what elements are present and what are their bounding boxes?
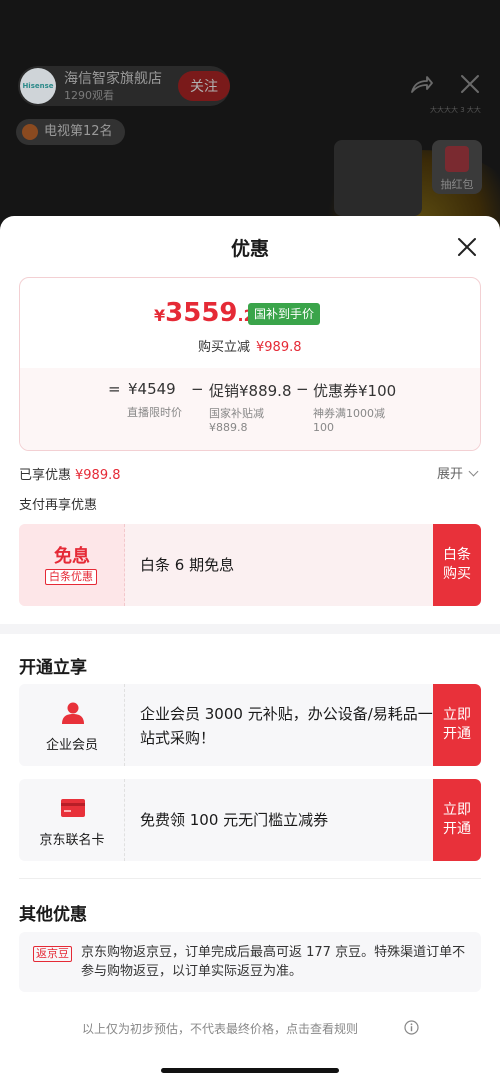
store-name: 海信智家旗舰店 xyxy=(64,71,162,87)
interest-free-offer[interactable]: 免息 白条优惠 白条 6 期免息 白条 购买 xyxy=(19,524,481,606)
section-title-other: 其他优惠 xyxy=(19,905,87,925)
red-packet-widget[interactable]: 抽红包 xyxy=(432,140,482,194)
stream-tiny-text: 大大大大 3 大大 xyxy=(430,106,481,114)
purchase-reduction: 购买立减 ¥989.8 xyxy=(198,336,302,355)
offer-left-panel: 企业会员 xyxy=(19,684,125,766)
currency-symbol: ¥ xyxy=(154,306,166,325)
price-breakdown-card: ¥3559.2 国补到手价 购买立减 ¥989.8 = ¥4549 直播限时价 −… xyxy=(19,277,481,451)
info-icon[interactable] xyxy=(404,1020,419,1035)
enterprise-member-offer[interactable]: 企业会员 企业会员 3000 元补贴，办公设备/易耗品一站式采购！ 立即 开通 xyxy=(19,684,481,766)
rank-badge-label: 电视第12名 xyxy=(44,124,113,139)
calc-promo-label: 国家补贴减 xyxy=(209,407,264,420)
jd-bean-offer: 返京豆 京东购物返京豆，订单完成后最高可返 177 京豆。特殊渠道订单不参与购物… xyxy=(19,932,481,992)
follow-button[interactable]: 关注 xyxy=(178,71,230,101)
rank-icon xyxy=(22,124,38,140)
activate-now-button[interactable]: 立即 开通 xyxy=(433,779,481,861)
rank-badge[interactable]: 电视第12名 xyxy=(16,119,125,145)
person-icon xyxy=(62,702,84,724)
reduction-value: ¥989.8 xyxy=(256,340,302,355)
jd-card-label: 京东联名卡 xyxy=(39,833,105,848)
enterprise-member-label: 企业会员 xyxy=(45,738,98,753)
calc-minus: − xyxy=(296,380,309,398)
live-stream-background: Hisense 海信智家旗舰店 1290观看 关注 大大大大 3 大大 电视第1… xyxy=(0,0,500,240)
offers-sheet: 优惠 ¥3559.2 国补到手价 购买立减 ¥989.8 = ¥4549 直播限时… xyxy=(0,216,500,1083)
calc-coupon-amount: 100 xyxy=(313,421,334,434)
calc-coupon: 优惠券¥100 xyxy=(313,382,397,400)
offer-left-panel: 免息 白条优惠 xyxy=(19,524,125,606)
enjoyed-discount: 已享优惠 ¥989.8 xyxy=(19,464,121,483)
offer-description: 企业会员 3000 元补贴，办公设备/易耗品一站式采购！ xyxy=(140,705,433,747)
calc-base-price: ¥4549 xyxy=(128,380,176,398)
expand-button[interactable]: 展开 xyxy=(437,463,479,482)
expand-label: 展开 xyxy=(437,467,464,482)
calc-base-label: 直播限时价 xyxy=(127,406,182,419)
section-title-open: 开通立享 xyxy=(19,658,87,678)
final-price: ¥3559.2 xyxy=(154,298,255,328)
activate-now-button[interactable]: 立即 开通 xyxy=(433,684,481,766)
enjoyed-value: ¥989.8 xyxy=(75,468,121,483)
section-divider xyxy=(0,624,500,634)
price-integer: 3559 xyxy=(165,298,238,328)
reduction-label: 购买立减 xyxy=(198,340,251,355)
pay-more-label: 支付再享优惠 xyxy=(19,498,98,513)
card-icon xyxy=(61,799,85,817)
baitiao-tag: 白条优惠 xyxy=(45,569,97,585)
jd-card-offer[interactable]: 京东联名卡 免费领 100 元无门槛立减券 立即 开通 xyxy=(19,779,481,861)
jd-bean-tag: 返京豆 xyxy=(33,946,72,962)
rules-note-link[interactable]: 以上仅为初步预估，不代表最终价格，点击查看规则 xyxy=(82,1020,358,1037)
share-icon[interactable] xyxy=(408,72,434,98)
subsidy-price-tag: 国补到手价 xyxy=(248,303,321,325)
home-indicator xyxy=(161,1068,339,1073)
store-avatar[interactable]: Hisense xyxy=(20,68,56,104)
jd-bean-text: 京东购物返京豆，订单完成后最高可返 177 京豆。特殊渠道订单不参与购物返豆，以… xyxy=(81,945,466,979)
calc-equals: = xyxy=(108,380,121,398)
calc-minus: − xyxy=(191,380,204,398)
offer-description: 免费领 100 元无门槛立减券 xyxy=(140,811,329,829)
enjoyed-label: 已享优惠 xyxy=(19,468,72,483)
calc-promo: 促销¥889.8 xyxy=(209,382,292,400)
offer-left-panel: 京东联名卡 xyxy=(19,779,125,861)
red-envelope-icon xyxy=(445,146,469,172)
interest-free-title: 免息 xyxy=(54,546,90,567)
divider-line xyxy=(19,878,481,879)
calc-promo-amount: ¥889.8 xyxy=(209,421,248,434)
red-packet-label: 抽红包 xyxy=(440,178,474,191)
baitiao-buy-button[interactable]: 白条 购买 xyxy=(433,524,481,606)
close-icon[interactable] xyxy=(456,236,478,258)
product-thumbnail[interactable] xyxy=(334,140,422,216)
close-icon[interactable] xyxy=(458,72,482,96)
calc-coupon-label: 神券满1000减 xyxy=(313,407,385,420)
viewer-count: 1290观看 xyxy=(64,89,114,102)
chevron-down-icon xyxy=(468,466,479,477)
offer-description: 白条 6 期免息 xyxy=(140,556,235,574)
sheet-title: 优惠 xyxy=(230,238,269,260)
